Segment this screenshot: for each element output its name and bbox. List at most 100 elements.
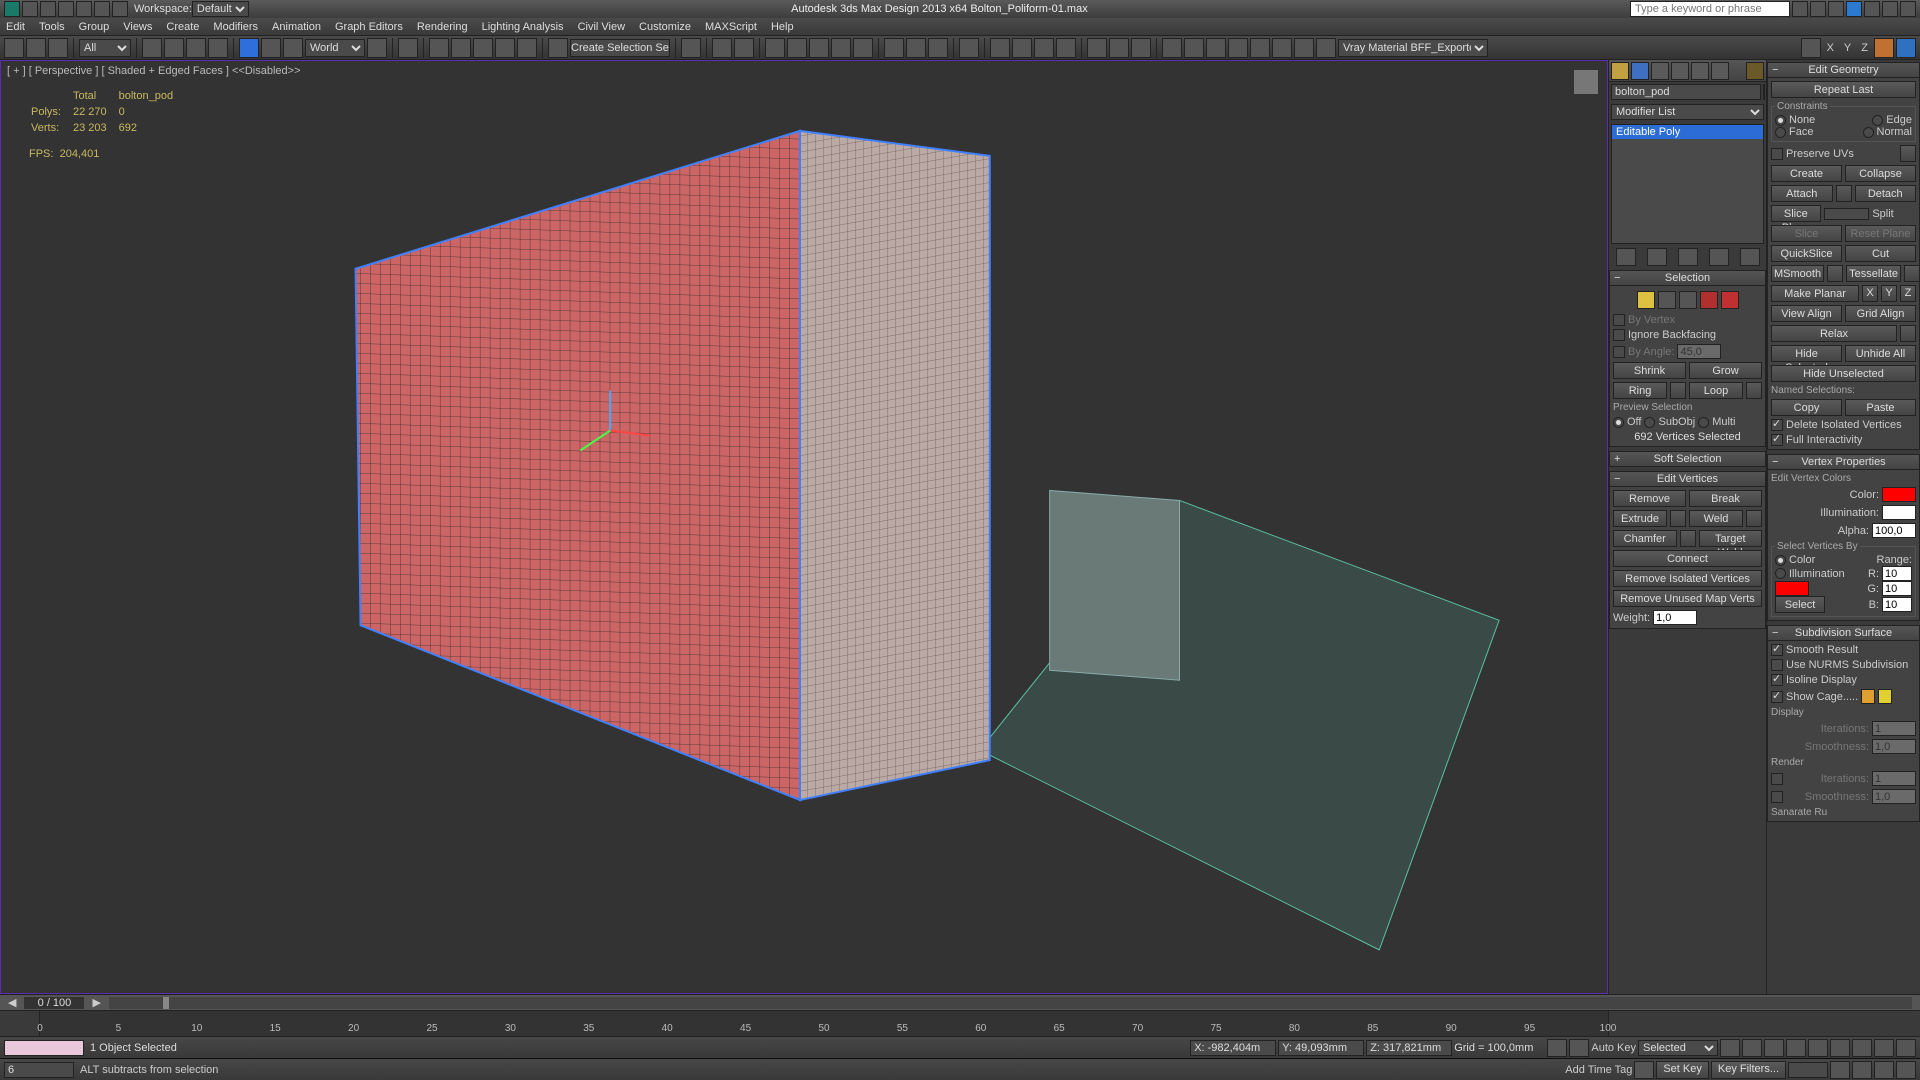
absolute-mode-icon[interactable]: [1172, 1040, 1188, 1056]
select-icon[interactable]: [142, 38, 162, 58]
isolate-selection-icon[interactable]: [1154, 1040, 1170, 1056]
show-end-result-icon[interactable]: [1647, 248, 1667, 266]
axis-all-icon[interactable]: [1896, 38, 1916, 58]
selection-filter[interactable]: All: [79, 39, 131, 57]
render-setup-icon[interactable]: [884, 38, 904, 58]
planar-y-button[interactable]: Y: [1881, 285, 1897, 302]
preview-subobj-radio[interactable]: [1644, 417, 1655, 428]
tab-utilities[interactable]: [1711, 62, 1729, 80]
chamfer-button[interactable]: Chamfer: [1613, 530, 1677, 547]
msmooth-settings-icon[interactable]: [1827, 265, 1843, 282]
by-angle-check[interactable]: [1613, 346, 1625, 358]
preserve-uvs-check[interactable]: [1771, 148, 1783, 160]
vertex-illum-swatch[interactable]: [1882, 505, 1916, 520]
vray-tool-4-icon[interactable]: [1228, 38, 1248, 58]
tab-motion[interactable]: [1671, 62, 1689, 80]
range-b-spinner[interactable]: [1882, 597, 1912, 612]
coord-y-field[interactable]: [1278, 1040, 1364, 1056]
collapse-button[interactable]: Collapse: [1845, 165, 1916, 182]
tab-hierarchy[interactable]: [1651, 62, 1669, 80]
nav-zoom-extents-icon[interactable]: [1830, 1061, 1850, 1079]
custom-tool-5-icon[interactable]: [1056, 38, 1076, 58]
create-button[interactable]: Create: [1771, 165, 1842, 182]
play-icon[interactable]: [1764, 1039, 1784, 1057]
range-r-spinner[interactable]: [1882, 566, 1912, 581]
menu-graph-editors[interactable]: Graph Editors: [335, 21, 403, 33]
paste-named-sel-button[interactable]: Paste: [1845, 399, 1916, 416]
spinner-snap-icon[interactable]: [517, 38, 537, 58]
menu-help[interactable]: Help: [771, 21, 794, 33]
unhide-all-button[interactable]: Unhide All: [1845, 345, 1916, 362]
vray-tool-8-icon[interactable]: [1316, 38, 1336, 58]
menu-edit[interactable]: Edit: [6, 21, 25, 33]
axis-xy-icon[interactable]: [1874, 38, 1894, 58]
rect-region-icon[interactable]: [186, 38, 206, 58]
bind-spacewarp-icon[interactable]: [48, 38, 68, 58]
tessellate-settings-icon[interactable]: [1904, 265, 1920, 282]
extrude-button[interactable]: Extrude: [1613, 510, 1667, 527]
smooth-result-check[interactable]: [1771, 644, 1783, 656]
undo-icon[interactable]: [76, 1, 92, 17]
nav-maximize-icon[interactable]: [1896, 1061, 1916, 1079]
mirror-icon[interactable]: [681, 38, 701, 58]
remove-unused-button[interactable]: Remove Unused Map Verts: [1613, 590, 1762, 607]
menu-tools[interactable]: Tools: [39, 21, 65, 33]
nav-fov-icon[interactable]: [1896, 1039, 1916, 1057]
delete-isolated-check[interactable]: [1771, 419, 1783, 431]
nav-region-zoom-icon[interactable]: [1874, 1061, 1894, 1079]
axis-lock-icon[interactable]: [1801, 38, 1821, 58]
custom-tool-8-icon[interactable]: [1131, 38, 1151, 58]
infocenter-icon[interactable]: [1792, 1, 1808, 17]
nav-arc-icon[interactable]: [1852, 1039, 1872, 1057]
key-filters-button[interactable]: Key Filters...: [1711, 1061, 1786, 1079]
new-icon[interactable]: [22, 1, 38, 17]
rendered-frame-icon[interactable]: [906, 38, 926, 58]
break-button[interactable]: Break: [1689, 490, 1762, 507]
align-icon[interactable]: [712, 38, 732, 58]
menu-views[interactable]: Views: [123, 21, 152, 33]
modifier-stack[interactable]: Editable Poly: [1611, 124, 1764, 244]
vertex-color-swatch[interactable]: [1882, 487, 1916, 502]
remove-button[interactable]: Remove: [1613, 490, 1686, 507]
layer-manager-icon[interactable]: [765, 38, 785, 58]
slice-plane-button[interactable]: Slice Plane: [1771, 205, 1821, 222]
preview-off-radio[interactable]: [1613, 417, 1624, 428]
help-icon[interactable]: [1846, 1, 1862, 17]
custom-tool-6-icon[interactable]: [1087, 38, 1107, 58]
select-by-illum-radio[interactable]: [1775, 568, 1786, 579]
quickslice-button[interactable]: QuickSlice: [1771, 245, 1842, 262]
menu-maxscript[interactable]: MAXScript: [705, 21, 757, 33]
key-mode-icon[interactable]: [1547, 1039, 1567, 1057]
menu-create[interactable]: Create: [166, 21, 199, 33]
add-time-tag[interactable]: Add Time Tag: [1565, 1064, 1632, 1076]
object-color-swatch[interactable]: [1763, 84, 1765, 100]
stack-item-editable-poly[interactable]: Editable Poly: [1612, 125, 1763, 139]
custom-tool-2-icon[interactable]: [990, 38, 1010, 58]
object-name-field[interactable]: [1611, 84, 1761, 100]
by-vertex-check[interactable]: [1613, 314, 1625, 326]
menu-animation[interactable]: Animation: [272, 21, 321, 33]
percent-snap-icon[interactable]: [495, 38, 515, 58]
constraint-edge-radio[interactable]: [1872, 115, 1883, 126]
select-verts-button[interactable]: Select: [1775, 596, 1825, 613]
keyboard-shortcut-icon[interactable]: [429, 38, 449, 58]
detach-button[interactable]: Detach: [1855, 185, 1917, 202]
cage-color-2[interactable]: [1878, 689, 1892, 704]
render-iter-check[interactable]: [1771, 773, 1783, 785]
material-editor-icon[interactable]: [853, 38, 873, 58]
subobj-border-icon[interactable]: [1679, 291, 1697, 309]
show-cage-check[interactable]: [1771, 691, 1783, 703]
link-icon[interactable]: [112, 1, 128, 17]
snap-toggle-icon[interactable]: [451, 38, 471, 58]
select-link-icon[interactable]: [4, 38, 24, 58]
full-interactivity-check[interactable]: [1771, 434, 1783, 446]
repeat-last-button[interactable]: Repeat Last: [1771, 81, 1916, 98]
vertex-alpha-spinner[interactable]: [1872, 523, 1916, 538]
star-icon[interactable]: [1810, 1, 1826, 17]
save-icon[interactable]: [58, 1, 74, 17]
pivot-icon[interactable]: [367, 38, 387, 58]
unlink-icon[interactable]: [26, 38, 46, 58]
key-filter-mode[interactable]: Selected: [1638, 1040, 1718, 1056]
coord-x-field[interactable]: [1190, 1040, 1276, 1056]
autokey-toggle[interactable]: Auto Key: [1591, 1042, 1636, 1054]
